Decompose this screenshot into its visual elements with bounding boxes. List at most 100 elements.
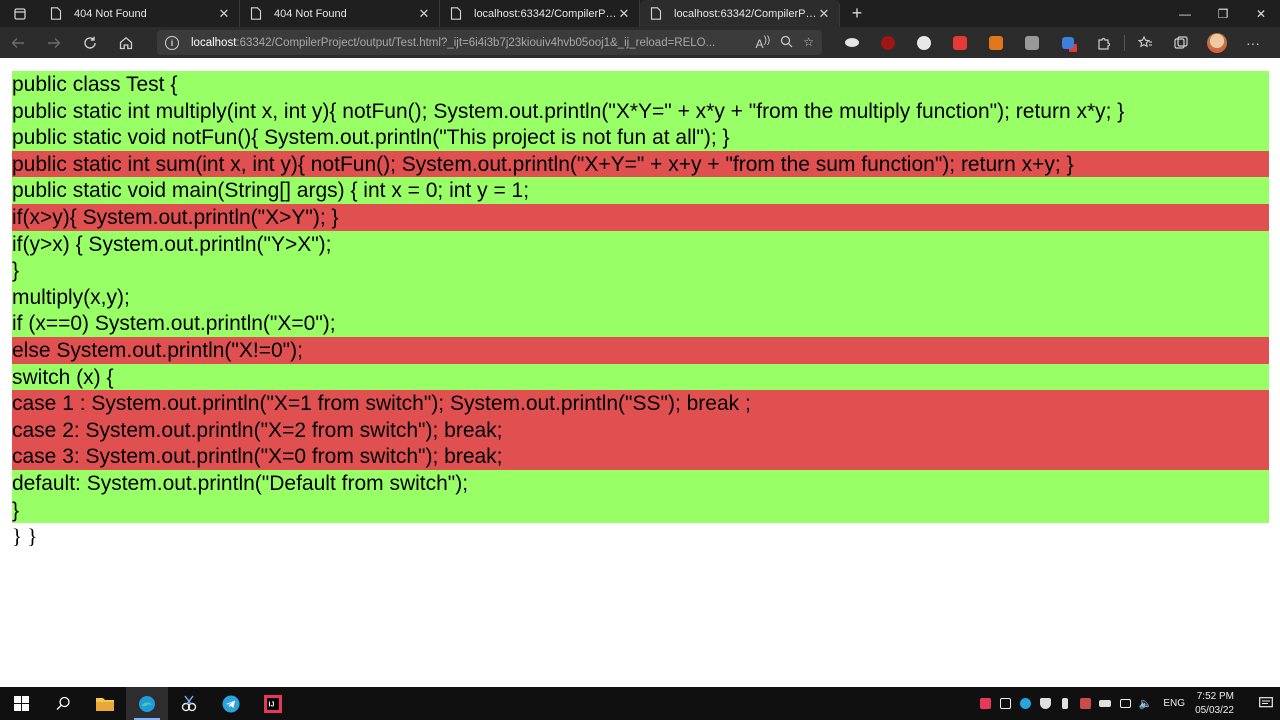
copy-extension-icon [1025, 35, 1039, 50]
minimize-button[interactable]: — [1166, 0, 1204, 27]
back-button[interactable] [0, 27, 36, 58]
read-aloud-icon[interactable]: A)) [756, 35, 771, 51]
extension-button[interactable] [942, 27, 978, 58]
page-icon [50, 7, 62, 20]
close-tab-icon[interactable]: ✕ [617, 6, 631, 21]
ublock-icon [881, 35, 895, 50]
code-line-covered: if(y>x) { System.out.println("Y>X"); [12, 230, 1269, 258]
profile-button[interactable] [1199, 27, 1235, 58]
url-host: localhost [191, 36, 237, 49]
clock[interactable]: 7:52 PM 05/03/22 [1195, 690, 1234, 718]
tray-item[interactable] [1035, 687, 1055, 720]
code-line-covered: } [12, 257, 1269, 284]
clock-time: 7:52 PM [1196, 690, 1234, 702]
favorites-button[interactable] [1127, 27, 1163, 58]
forward-button[interactable] [36, 27, 72, 58]
url-text[interactable]: localhost:63342/CompilerProject/output/T… [191, 37, 748, 49]
back-arrow-icon [11, 37, 24, 48]
zoom-icon[interactable] [780, 35, 793, 51]
home-button[interactable] [108, 27, 144, 58]
forward-arrow-icon [48, 37, 61, 48]
tray-item[interactable] [1115, 687, 1135, 720]
restore-button[interactable]: ❐ [1204, 0, 1242, 27]
tab[interactable]: 404 Not Found ✕ [40, 0, 240, 27]
search-button[interactable] [42, 687, 84, 720]
site-info-icon[interactable]: i [165, 35, 179, 50]
clock-date: 05/03/22 [1195, 704, 1234, 716]
code-line-missed: if(x>y){ System.out.println("X>Y"); } [12, 203, 1269, 231]
extension-button[interactable] [1050, 27, 1086, 58]
collections-button[interactable] [1163, 27, 1199, 58]
browser-toolbar: i localhost:63342/CompilerProject/output… [0, 27, 1280, 58]
telegram-icon [222, 695, 240, 712]
tray-item[interactable] [995, 687, 1015, 720]
language-indicator[interactable]: ENG [1163, 698, 1185, 709]
circle-extension-icon [917, 35, 931, 50]
intellij-icon: IJ [264, 694, 282, 713]
extensions-menu-button[interactable] [1086, 27, 1122, 58]
code-line-missed: case 1 : System.out.println("X=1 from sw… [12, 390, 1269, 417]
extension-button[interactable] [906, 27, 942, 58]
extension-button[interactable] [834, 27, 870, 58]
display-tray-icon [999, 698, 1011, 709]
tray-item[interactable]: 🔈 [1135, 687, 1155, 720]
tray-item[interactable] [1075, 687, 1095, 720]
metamask-icon [989, 35, 1003, 50]
taskbar-telegram[interactable] [210, 687, 252, 720]
taskbar-intellij[interactable]: IJ [252, 687, 294, 720]
tab-strip: 404 Not Found ✕ 404 Not Found ✕ localhos… [0, 0, 1280, 27]
close-tab-icon[interactable]: ✕ [217, 6, 231, 21]
code-coverage-view: public class Test {public static int mul… [12, 71, 1269, 550]
new-tab-button[interactable]: + [846, 0, 868, 27]
extension-button[interactable] [978, 27, 1014, 58]
code-line-covered: public static void notFun(){ System.out.… [12, 124, 1269, 151]
code-line-missed: case 2: System.out.println("X=2 from swi… [12, 416, 1269, 444]
notification-icon [1259, 697, 1273, 708]
add-favorite-icon[interactable]: ☆ [803, 35, 814, 51]
tab-label: localhost:63342/CompilerProject [674, 7, 817, 20]
start-button[interactable] [0, 687, 42, 720]
tab-actions-button[interactable] [0, 0, 40, 27]
tray-item[interactable] [1015, 687, 1035, 720]
search-icon [56, 696, 70, 710]
extension-button[interactable] [870, 27, 906, 58]
tab-label: 404 Not Found [74, 7, 147, 20]
close-window-button[interactable]: ✕ [1242, 0, 1280, 27]
taskbar-file-explorer[interactable] [84, 687, 126, 720]
tab[interactable]: localhost:63342/CompilerProject ✕ [440, 0, 640, 27]
more-icon: ··· [1246, 34, 1260, 51]
taskbar-app[interactable] [168, 687, 210, 720]
snipping-icon [181, 695, 197, 711]
edge-icon [139, 695, 155, 712]
tab-active[interactable]: localhost:63342/CompilerProject ✕ [640, 0, 840, 27]
extensions-bar: ··· [834, 27, 1271, 58]
tray-item[interactable] [1095, 687, 1115, 720]
window-controls: — ❐ ✕ [1166, 0, 1280, 27]
volume-icon: 🔈 [1138, 698, 1153, 710]
shield-tray-icon [1039, 698, 1051, 709]
url-path: :63342/CompilerProject/output/Test.html?… [236, 36, 716, 49]
address-bar[interactable]: i localhost:63342/CompilerProject/output… [157, 30, 822, 55]
tray-item[interactable] [975, 687, 995, 720]
page-icon [450, 7, 462, 20]
notifications-button[interactable] [1252, 687, 1280, 720]
page-icon [650, 7, 662, 20]
tray-item[interactable] [1055, 687, 1075, 720]
avatar [1207, 32, 1227, 53]
favorites-icon [1137, 35, 1152, 47]
close-tab-icon[interactable]: ✕ [417, 6, 431, 21]
puzzle-icon [1098, 37, 1111, 50]
tab[interactable]: 404 Not Found ✕ [240, 0, 440, 27]
settings-menu-button[interactable]: ··· [1235, 27, 1271, 58]
address-tools: A)) ☆ [756, 35, 814, 51]
code-line-covered: public static void main(String[] args) {… [12, 177, 1269, 204]
close-tab-icon[interactable]: ✕ [817, 6, 831, 21]
taskbar-edge[interactable] [126, 687, 168, 720]
extension-button[interactable] [1014, 27, 1050, 58]
pen-extension-icon [1062, 36, 1074, 49]
reload-button[interactable] [72, 27, 108, 58]
code-line-covered: switch (x) { [12, 363, 1269, 391]
system-tray: 🔈 ENG 7:52 PM 05/03/22 [975, 687, 1280, 720]
toolbar-separator [1124, 34, 1125, 51]
windows-icon [13, 696, 29, 711]
